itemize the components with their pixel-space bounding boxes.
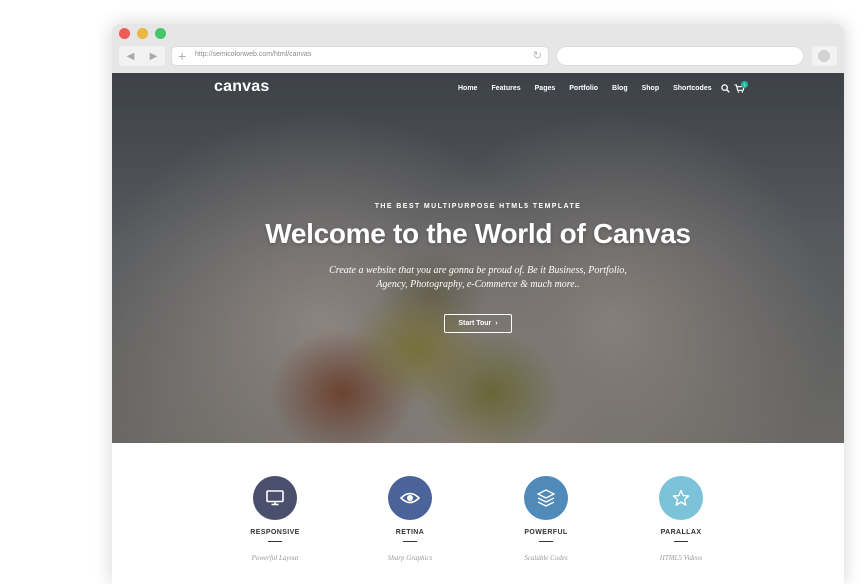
- star-icon: [672, 489, 690, 506]
- hero-kicker: THE BEST MULTIPURPOSE HTML5 TEMPLATE: [374, 203, 582, 210]
- nav-item-portfolio[interactable]: Portfolio: [569, 85, 598, 92]
- feature-powerful: POWERFUL Scalable Codes: [496, 476, 596, 562]
- hero-subtitle-line-2: Agency, Photography, e-Commerce & much m…: [376, 279, 580, 290]
- nav-item-shop[interactable]: Shop: [642, 85, 660, 92]
- reload-icon[interactable]: ↻: [533, 49, 542, 63]
- start-tour-label: Start Tour: [458, 320, 492, 327]
- feature-title: RESPONSIVE: [250, 529, 300, 536]
- feature-subtitle: HTML5 Videos: [659, 554, 703, 562]
- feature-divider: [268, 541, 282, 542]
- hero-subtitle: Create a website that you are gonna be p…: [112, 264, 844, 292]
- eye-icon: [400, 492, 420, 504]
- nav-item-features[interactable]: Features: [491, 85, 520, 92]
- chevron-right-icon: ›: [495, 320, 498, 327]
- feature-title: POWERFUL: [524, 529, 568, 536]
- circle-icon: [818, 50, 830, 62]
- feature-subtitle: Powerful Layout: [251, 554, 299, 562]
- layers-icon: [537, 489, 555, 507]
- nav-item-shortcodes[interactable]: Shortcodes: [673, 85, 712, 92]
- forward-icon[interactable]: ▶: [150, 51, 158, 62]
- feature-divider: [674, 541, 688, 542]
- feature-title: PARALLAX: [660, 529, 702, 536]
- feature-parallax: PARALLAX HTML5 Videos: [631, 476, 731, 562]
- address-bar[interactable]: + http://semicolonweb.com/html/canvas ↻: [171, 46, 549, 66]
- cart-count-badge: 1: [741, 81, 748, 88]
- feature-subtitle: Scalable Codes: [524, 554, 568, 562]
- feature-retina: RETINA Sharp Graphics: [360, 476, 460, 562]
- hero-subtitle-line-1: Create a website that you are gonna be p…: [329, 265, 627, 276]
- browser-menu-button[interactable]: [812, 46, 837, 66]
- feature-icon-circle: [659, 476, 703, 520]
- feature-responsive: RESPONSIVE Powerful Layout: [225, 476, 325, 562]
- feature-icon-circle: [524, 476, 568, 520]
- url-text[interactable]: http://semicolonweb.com/html/canvas: [195, 51, 311, 58]
- primary-nav: Home Features Pages Portfolio Blog Shop …: [458, 85, 712, 92]
- close-window-button[interactable]: [119, 28, 130, 39]
- hero-headline: Welcome to the World of Canvas: [265, 218, 691, 249]
- monitor-icon: [266, 490, 284, 506]
- hero-section: canvas Home Features Pages Portfolio Blo…: [112, 73, 844, 443]
- browser-search-field[interactable]: [556, 46, 804, 66]
- feature-subtitle: Sharp Graphics: [387, 554, 433, 562]
- back-icon[interactable]: ◀: [127, 51, 135, 62]
- new-tab-icon[interactable]: +: [178, 48, 186, 64]
- feature-divider: [403, 541, 417, 542]
- nav-item-blog[interactable]: Blog: [612, 85, 628, 92]
- history-buttons: ◀ ▶: [119, 46, 165, 66]
- feature-icon-circle: [253, 476, 297, 520]
- feature-title: RETINA: [395, 529, 425, 536]
- browser-window: ◀ ▶ + http://semicolonweb.com/html/canva…: [112, 24, 844, 584]
- feature-divider: [539, 541, 553, 542]
- feature-icon-circle: [388, 476, 432, 520]
- nav-item-pages[interactable]: Pages: [535, 85, 556, 92]
- browser-toolbar: ◀ ▶ + http://semicolonweb.com/html/canva…: [112, 24, 844, 74]
- hero-background-image: [112, 73, 844, 443]
- maximize-window-button[interactable]: [155, 28, 166, 39]
- start-tour-button[interactable]: Start Tour ›: [444, 314, 512, 333]
- nav-item-home[interactable]: Home: [458, 85, 477, 92]
- minimize-window-button[interactable]: [137, 28, 148, 39]
- search-icon[interactable]: [721, 84, 730, 93]
- site-logo[interactable]: canvas: [214, 78, 269, 96]
